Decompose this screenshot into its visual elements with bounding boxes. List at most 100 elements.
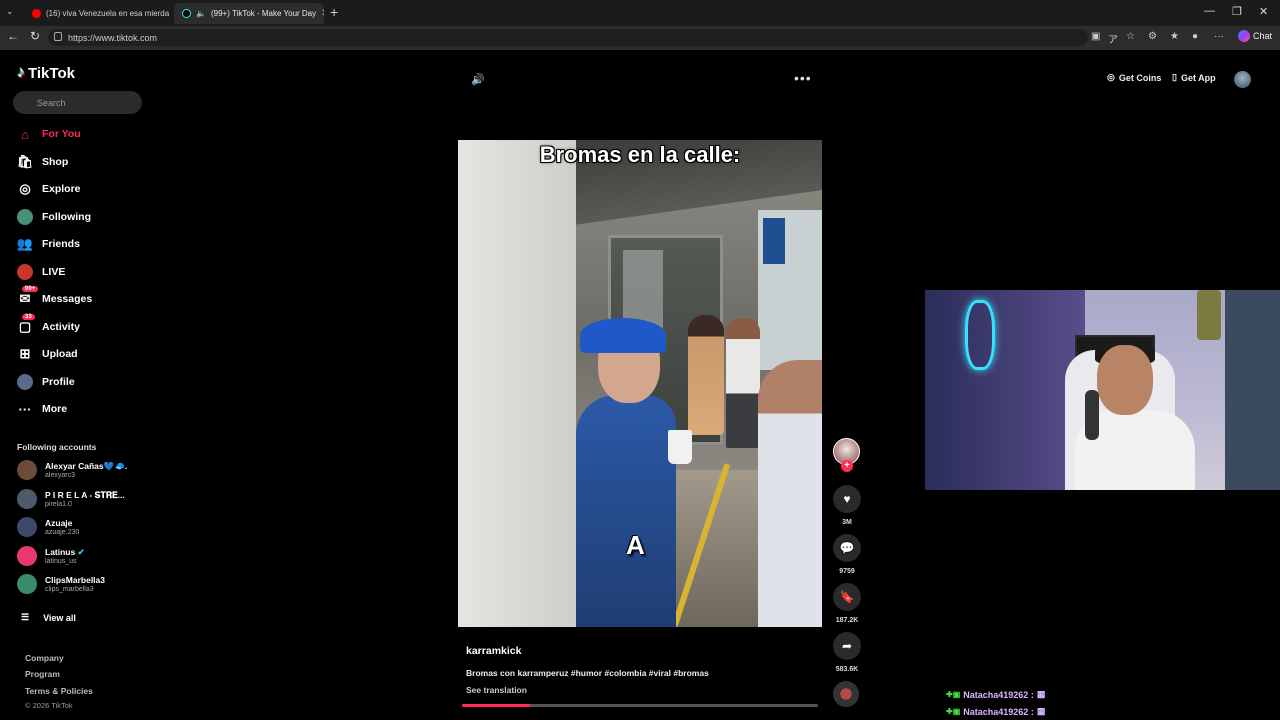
nav-messages[interactable]: ✉ 99+ Messages [17, 286, 92, 309]
speaker-icon: 🔈 [196, 9, 206, 18]
nav-profile[interactable]: Profile [17, 372, 75, 392]
nav-label: Explore [42, 183, 81, 195]
home-icon: ⌂ [21, 126, 29, 142]
bookmark-icon[interactable]: 🔖 [833, 583, 861, 611]
user-avatar[interactable] [1234, 71, 1251, 88]
emote-icon: ▦ [1036, 706, 1046, 716]
nav-activity[interactable]: ▢ 33 Activity [17, 314, 80, 337]
site-info-icon[interactable] [54, 32, 62, 41]
profile-avatar-icon[interactable]: ● [1192, 31, 1198, 42]
account-name: Latinus [45, 546, 76, 557]
video-player[interactable]: Bromas en la calle: A [458, 140, 822, 627]
video-progress-bar[interactable] [462, 704, 818, 707]
url-input[interactable]: https://www.tiktok.com [48, 29, 1088, 46]
following-account-item[interactable]: ClipsMarbella3 clips_marbella3 [17, 572, 105, 596]
copilot-icon [1238, 30, 1250, 42]
restore-icon[interactable]: ❐ [1232, 5, 1242, 18]
refresh-icon[interactable]: ↻ [30, 29, 40, 43]
extensions-icon[interactable]: ⚙ [1148, 31, 1157, 42]
nav-friends[interactable]: 👥 Friends [17, 234, 80, 254]
following-account-item[interactable]: Azuaje azuaje.230 [17, 515, 79, 539]
view-all-link[interactable]: ☰ View all [21, 612, 76, 623]
tab-list-icon[interactable]: ⌄ [6, 6, 14, 17]
nav-live[interactable]: LIVE [17, 262, 65, 282]
comment-action[interactable]: 💬 9759 [832, 534, 862, 575]
get-app-label: Get App [1180, 72, 1216, 83]
copyright: © 2026 TikTok [25, 701, 73, 710]
close-tab-icon[interactable]: ✕ [321, 8, 324, 19]
video-caption-overlay: Bromas en la calle: [539, 142, 741, 167]
browser-tab-tiktok[interactable]: 🔈 (99+) TikTok - Make Your Day ✕ [174, 3, 324, 24]
video-subtitle: A [626, 530, 645, 560]
tiktok-logo[interactable]: ♪ TikTok [17, 64, 75, 82]
nav-explore[interactable]: ◎ Explore [17, 179, 81, 199]
verified-icon: ✔ [77, 546, 85, 557]
split-screen-icon[interactable]: ▣ [1091, 31, 1100, 42]
footer-company-link[interactable]: Company [25, 653, 64, 663]
tab-strip: ⌄ (16) viva Venezuela en esa mierda ✕ 🔈 … [0, 0, 1280, 26]
nav-for-you[interactable]: ⌂ For You [17, 124, 81, 144]
nav-label: For You [42, 128, 81, 140]
new-tab-icon[interactable]: + [330, 4, 338, 20]
avatar [17, 489, 37, 509]
favorites-icon[interactable]: ★ [1170, 31, 1179, 42]
account-username: pirela1.0 [45, 500, 72, 508]
following-account-item[interactable]: Alexyar Cañas💙🧢. alexyarc3 [17, 458, 127, 482]
friends-icon: 👥 [16, 236, 34, 251]
nav-following[interactable]: Following [17, 207, 91, 227]
translate-icon[interactable]: ア [1108, 31, 1118, 46]
footer-program-link[interactable]: Program [25, 669, 60, 679]
minimize-icon[interactable]: — [1204, 5, 1215, 17]
youtube-icon [32, 9, 41, 18]
tab-title: (16) viva Venezuela en esa mierda [46, 9, 170, 18]
activity-badge: 33 [22, 314, 35, 320]
heart-icon[interactable]: ♥ [833, 485, 861, 513]
share-action[interactable]: ➦ 583.6K [832, 632, 862, 673]
get-app-button[interactable]: ▯ Get App [1172, 72, 1216, 83]
nav-label: Profile [42, 376, 75, 388]
video-author[interactable]: karramkick [466, 645, 521, 657]
nav-label: Friends [42, 238, 80, 250]
tab-title: (99+) TikTok - Make Your Day [210, 9, 317, 18]
streamer-webcam [925, 290, 1280, 490]
footer-terms-link[interactable]: Terms & Policies [25, 686, 93, 696]
get-coins-label: Get Coins [1118, 72, 1162, 83]
favorite-star-icon[interactable]: ☆ [1126, 31, 1135, 42]
nav-upload[interactable]: ⊞ Upload [17, 344, 78, 364]
account-name: Azuaje [45, 517, 73, 528]
volume-icon[interactable]: 🔊 [471, 73, 485, 86]
get-coins-button[interactable]: ◎ Get Coins [1107, 72, 1161, 83]
following-avatar-icon [17, 209, 33, 225]
browser-tab-youtube[interactable]: (16) viva Venezuela en esa mierda ✕ [24, 3, 174, 24]
following-account-item[interactable]: Latinus ✔ latinus_us [17, 544, 85, 568]
share-icon[interactable]: ➦ [833, 632, 861, 660]
back-icon[interactable]: ← [7, 29, 19, 43]
music-disc-icon[interactable] [833, 681, 859, 707]
copilot-chat-button[interactable]: Chat [1238, 30, 1272, 42]
list-icon: ☰ [21, 612, 30, 622]
share-count: 583.6K [835, 666, 859, 673]
nav-more[interactable]: ··· More [17, 399, 68, 419]
following-account-item[interactable]: P I R E L A - 𝐒𝐓𝐑𝐄... pirela1.0 [17, 487, 125, 511]
like-action[interactable]: ♥ 3M [832, 485, 862, 526]
search-input[interactable]: Search [13, 91, 142, 114]
see-translation-link[interactable]: See translation [466, 685, 527, 695]
nav-shop[interactable]: 🛍 Shop [16, 152, 69, 172]
account-username: azuaje.230 [45, 528, 80, 536]
account-username: alexyarc3 [45, 471, 75, 479]
comment-icon[interactable]: 💬 [833, 534, 861, 562]
follow-plus-icon[interactable]: + [841, 460, 853, 472]
nav-label: Upload [42, 348, 78, 360]
video-progress-fill [462, 704, 530, 707]
nav-label: LIVE [42, 266, 66, 278]
activity-icon: ▢ 33 [17, 314, 35, 335]
shop-icon: 🛍 [16, 154, 34, 169]
view-all-label: View all [43, 612, 76, 623]
close-window-icon[interactable]: ✕ [1259, 5, 1268, 18]
following-accounts-title: Following accounts [17, 442, 97, 452]
more-options-icon[interactable]: ••• [794, 70, 812, 86]
save-action[interactable]: 🔖 187.2K [832, 583, 862, 624]
browser-menu-icon[interactable]: ··· [1214, 31, 1224, 42]
avatar [17, 574, 37, 594]
avatar [17, 546, 37, 566]
